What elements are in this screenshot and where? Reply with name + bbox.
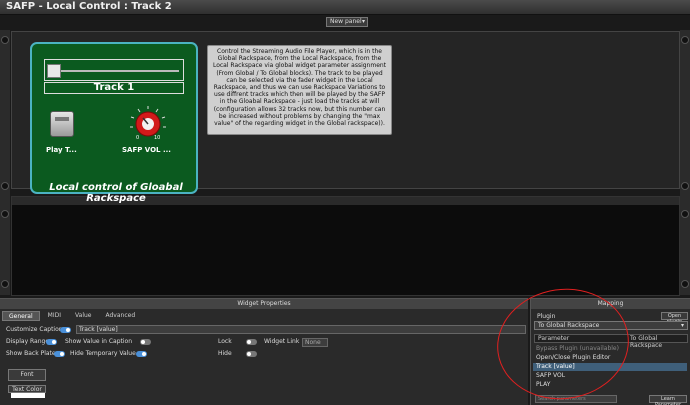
customize-caption-toggle[interactable]: [60, 327, 71, 333]
right-rack-rail: [680, 30, 690, 295]
screw-icon: [1, 210, 9, 218]
tab-value[interactable]: Value: [69, 311, 97, 321]
parameter-search-input[interactable]: Search parameters: [535, 395, 617, 403]
text-color-button[interactable]: Text Color: [8, 385, 46, 393]
chevron-down-icon: ▾: [680, 322, 684, 329]
title-bar: SAFP - Local Control : Track 2: [0, 0, 690, 15]
plugin-select-value: To Global Rackspace: [538, 322, 600, 329]
tab-midi[interactable]: MIDI: [42, 311, 67, 321]
screw-icon: [681, 36, 689, 44]
parameter-item[interactable]: PLAY: [533, 381, 687, 389]
play-button[interactable]: [50, 111, 74, 137]
hide-label: Hide: [218, 350, 232, 357]
widget-link-label: Widget Link: [264, 338, 300, 345]
tab-advanced[interactable]: Advanced: [99, 311, 141, 321]
screw-icon: [1, 182, 9, 190]
window-title: SAFP - Local Control : Track 2: [6, 1, 172, 12]
empty-rack-area: [11, 196, 680, 296]
lock-toggle[interactable]: [246, 339, 257, 345]
show-back-plate-label: Show Back Plate: [6, 350, 56, 357]
parameter-item-selected[interactable]: Track [value]: [533, 363, 687, 371]
knob-scale-max: 10: [154, 135, 161, 141]
open-plugin-button[interactable]: Open plugin: [661, 312, 688, 325]
track-label: Track 1: [44, 82, 184, 94]
widget-link-select[interactable]: None: [302, 338, 328, 347]
show-value-in-caption-label: Show Value in Caption: [65, 338, 133, 345]
hide-temporary-value-label: Hide Temporary Value: [70, 350, 136, 357]
mapping-panel: Mapping Plugin Open plugin To Global Rac…: [530, 298, 690, 405]
fader-handle[interactable]: [47, 64, 61, 78]
parameter-header-row: Parameter To Global Rackspace: [534, 334, 688, 349]
caption-input[interactable]: Track [value]: [76, 325, 526, 334]
screw-icon: [681, 182, 689, 190]
parameter-item[interactable]: Open/Close Plugin Editor: [533, 354, 687, 362]
plugin-select[interactable]: To Global Rackspace ▾: [534, 321, 688, 330]
knob-icon: [130, 106, 166, 137]
chevron-down-icon: ▾: [361, 18, 365, 25]
parameter-label: Parameter: [538, 335, 570, 342]
mapping-header: Mapping: [531, 299, 690, 309]
left-rack-rail: [0, 30, 10, 295]
volume-knob[interactable]: 0 10: [126, 104, 170, 142]
hide-toggle[interactable]: [246, 351, 257, 357]
panel-caption: Local control of Gloabal Rackspace: [49, 182, 183, 204]
customize-caption-label: Customize Caption: [6, 326, 63, 333]
screw-icon: [1, 36, 9, 44]
show-value-toggle[interactable]: [140, 339, 151, 345]
display-range-label: Display Range: [6, 338, 50, 345]
track-fader[interactable]: [44, 59, 184, 81]
screw-icon: [681, 280, 689, 288]
knob-label: SAFP VOL ...: [122, 146, 171, 154]
panel-select-value: New panel: [330, 18, 362, 25]
show-back-plate-toggle[interactable]: [54, 351, 65, 357]
screw-icon: [1, 280, 9, 288]
play-label: Play T...: [46, 146, 77, 154]
properties-tabs: General MIDI Value Advanced: [2, 311, 141, 321]
learn-parameter-button[interactable]: Learn Parameter: [649, 395, 687, 405]
font-button[interactable]: Font: [8, 369, 46, 381]
panel-select[interactable]: New panel ▾: [326, 17, 368, 27]
parameter-item[interactable]: Bypass Plugin (unavailable): [533, 345, 687, 353]
text-color-swatch[interactable]: [11, 393, 45, 398]
parameter-item[interactable]: SAFP VOL: [533, 372, 687, 380]
lock-label: Lock: [218, 338, 232, 345]
display-range-toggle[interactable]: [46, 339, 57, 345]
screw-icon: [681, 210, 689, 218]
fader-track: [49, 70, 179, 72]
button-led-icon: [55, 117, 69, 121]
info-text-box: Control the Streaming Audio File Player,…: [207, 45, 392, 135]
properties-header: Widget Properties: [0, 299, 528, 309]
tab-general[interactable]: General: [2, 311, 40, 321]
hide-temporary-value-toggle[interactable]: [136, 351, 147, 357]
widget-panel[interactable]: Track 1 Play T... 0 10 SAFP VOL ... Loca…: [30, 42, 198, 204]
knob-scale-min: 0: [136, 135, 140, 141]
